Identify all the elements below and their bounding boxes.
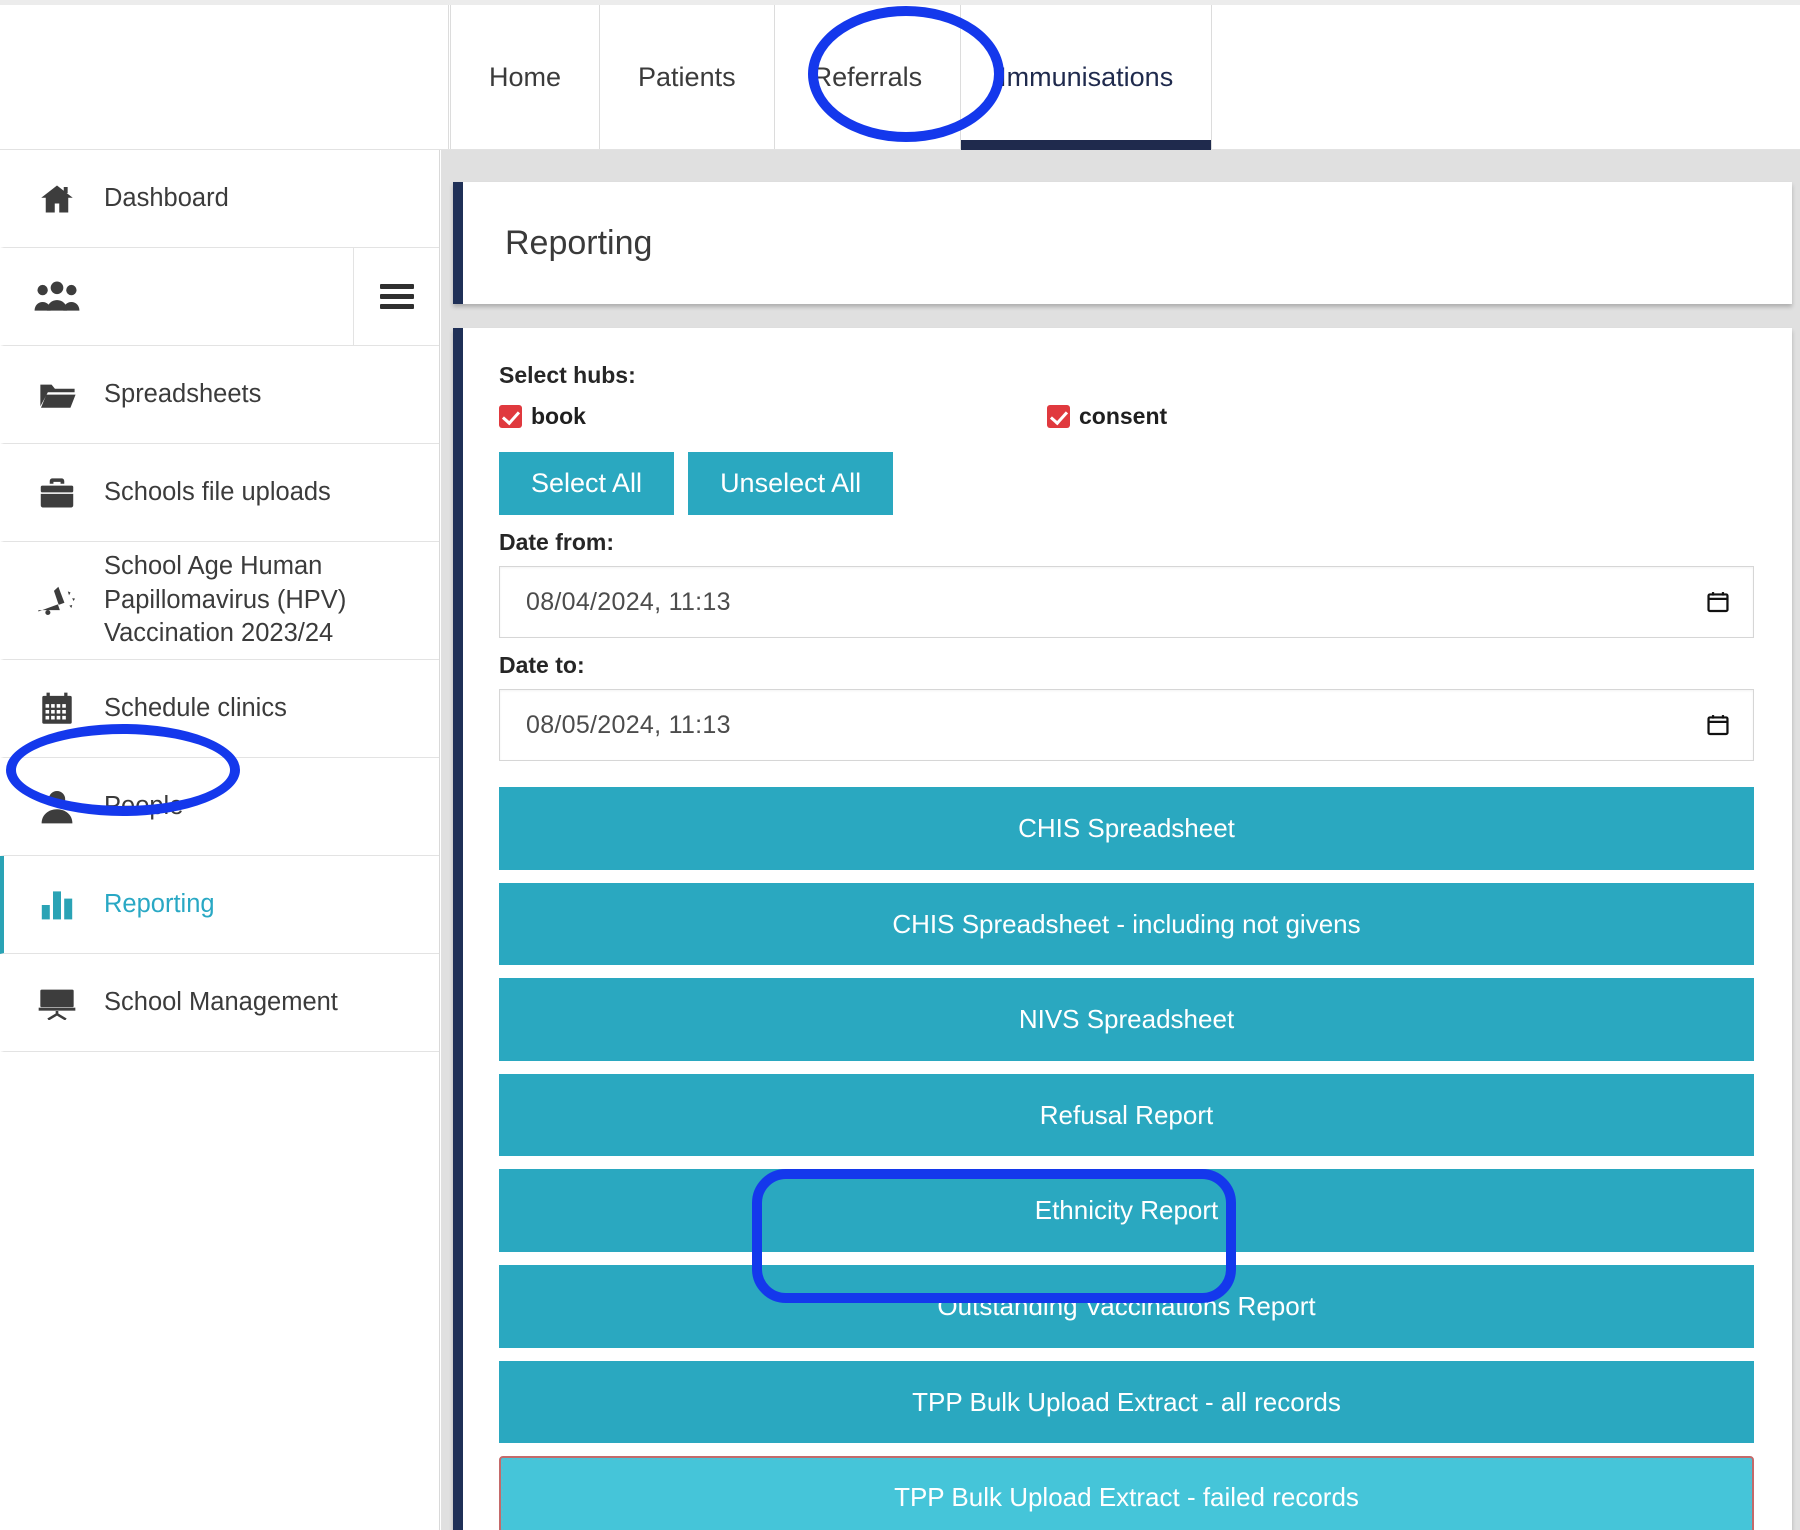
main-content: Reporting Select hubs: book consent Sele… bbox=[441, 150, 1800, 1530]
date-to-value: 08/05/2024, 11:13 bbox=[526, 710, 731, 739]
tab-referrals[interactable]: Referrals bbox=[774, 5, 962, 149]
tab-patients[interactable]: Patients bbox=[600, 5, 775, 149]
sidebar-item-school-management[interactable]: School Management bbox=[0, 954, 439, 1052]
hub-consent-label: consent bbox=[1079, 403, 1168, 429]
report-button-chis-spreadsheet[interactable]: CHIS Spreadsheet bbox=[499, 787, 1754, 870]
top-navigation: Home Patients Referrals Immunisations bbox=[0, 5, 1800, 150]
hub-checkbox-book[interactable]: book bbox=[499, 403, 1047, 430]
sidebar-item-schedule-clinics-label: Schedule clinics bbox=[104, 693, 287, 722]
hub-checkbox-consent[interactable]: consent bbox=[1047, 403, 1595, 430]
page-header-card: Reporting bbox=[453, 182, 1792, 304]
sidebar-item-school-management-label: School Management bbox=[104, 987, 338, 1016]
page-title: Reporting bbox=[505, 223, 653, 262]
report-button-outstanding-vaccinations-report[interactable]: Outstanding Vaccinations Report bbox=[499, 1264, 1754, 1348]
sidebar-item-spreadsheets-label: Spreadsheets bbox=[104, 379, 262, 408]
checkbox-checked-icon[interactable] bbox=[1047, 405, 1070, 428]
person-icon bbox=[28, 784, 86, 830]
body-area: Dashboard Spreadsheets Schools file uplo… bbox=[0, 150, 1800, 1530]
sidebar-item-people[interactable]: People bbox=[0, 758, 439, 856]
tab-immunisations[interactable]: Immunisations bbox=[961, 5, 1213, 150]
report-button-tpp-bulk-upload-failed-records[interactable]: TPP Bulk Upload Extract - failed records bbox=[499, 1456, 1754, 1530]
sidebar: Dashboard Spreadsheets Schools file uplo… bbox=[0, 150, 440, 1530]
vaccine-icon bbox=[28, 578, 86, 624]
select-hubs-label: Select hubs: bbox=[499, 362, 636, 388]
sidebar-item-reporting[interactable]: Reporting bbox=[0, 856, 439, 954]
nav-tab-list: Home Patients Referrals Immunisations bbox=[450, 5, 1213, 150]
calendar-picker-icon[interactable] bbox=[1705, 712, 1731, 738]
date-from-value: 08/04/2024, 11:13 bbox=[526, 587, 731, 616]
home-icon bbox=[28, 176, 86, 222]
sidebar-item-hpv-vaccination[interactable]: School Age Human Papillomavirus (HPV) Va… bbox=[0, 542, 439, 660]
tab-patients-label: Patients bbox=[638, 61, 736, 92]
unselect-all-button[interactable]: Unselect All bbox=[688, 452, 894, 515]
sidebar-group-menu-button[interactable] bbox=[353, 248, 439, 345]
sidebar-item-hpv-vaccination-label: School Age Human Papillomavirus (HPV) Va… bbox=[104, 552, 347, 648]
sidebar-item-reporting-label: Reporting bbox=[104, 889, 215, 918]
projector-screen-icon bbox=[28, 980, 86, 1026]
date-to-input[interactable]: 08/05/2024, 11:13 bbox=[499, 689, 1754, 761]
date-from-input[interactable]: 08/04/2024, 11:13 bbox=[499, 566, 1754, 638]
report-button-ethnicity-report[interactable]: Ethnicity Report bbox=[499, 1169, 1754, 1252]
report-button-refusal-report[interactable]: Refusal Report bbox=[499, 1073, 1754, 1157]
hamburger-icon bbox=[379, 284, 414, 309]
report-button-tpp-bulk-upload-all-records[interactable]: TPP Bulk Upload Extract - all records bbox=[499, 1360, 1754, 1444]
tab-immunisations-label: Immunisations bbox=[999, 61, 1174, 92]
bar-chart-icon bbox=[28, 882, 86, 928]
report-button-chis-spreadsheet-including-not-givens[interactable]: CHIS Spreadsheet - including not givens bbox=[499, 882, 1754, 966]
sidebar-item-dashboard[interactable]: Dashboard bbox=[0, 150, 439, 248]
hub-checkbox-row: book consent bbox=[499, 403, 1754, 430]
briefcase-icon bbox=[28, 470, 86, 516]
sidebar-item-schools-file-uploads-label: Schools file uploads bbox=[104, 477, 331, 506]
sidebar-item-group[interactable] bbox=[0, 248, 439, 346]
report-button-nivs-spreadsheet[interactable]: NIVS Spreadsheet bbox=[499, 978, 1754, 1061]
hub-select-buttons: Select All Unselect All bbox=[499, 452, 1754, 515]
folder-open-icon bbox=[28, 372, 86, 418]
select-all-button[interactable]: Select All bbox=[499, 452, 675, 515]
date-to-label: Date to: bbox=[499, 652, 585, 678]
date-from-label: Date from: bbox=[499, 529, 615, 555]
tab-home[interactable]: Home bbox=[450, 5, 601, 149]
app-window: Home Patients Referrals Immunisations Da… bbox=[0, 0, 1800, 1530]
sidebar-item-schedule-clinics[interactable]: Schedule clinics bbox=[0, 660, 439, 758]
calendar-icon bbox=[28, 686, 86, 732]
report-button-list: CHIS Spreadsheet CHIS Spreadsheet - incl… bbox=[499, 787, 1754, 1530]
reporting-form-card: Select hubs: book consent Select All Uns… bbox=[453, 328, 1792, 1530]
tab-referrals-label: Referrals bbox=[812, 61, 923, 92]
checkbox-checked-icon[interactable] bbox=[499, 405, 522, 428]
calendar-picker-icon[interactable] bbox=[1705, 589, 1731, 615]
group-icon bbox=[28, 274, 86, 320]
sidebar-item-dashboard-label: Dashboard bbox=[104, 183, 229, 212]
sidebar-item-spreadsheets[interactable]: Spreadsheets bbox=[0, 346, 439, 444]
hub-book-label: book bbox=[531, 403, 586, 429]
tab-home-label: Home bbox=[489, 61, 562, 92]
topnav-logo-area bbox=[0, 5, 449, 149]
sidebar-item-schools-file-uploads[interactable]: Schools file uploads bbox=[0, 444, 439, 542]
sidebar-item-people-label: People bbox=[104, 791, 184, 820]
